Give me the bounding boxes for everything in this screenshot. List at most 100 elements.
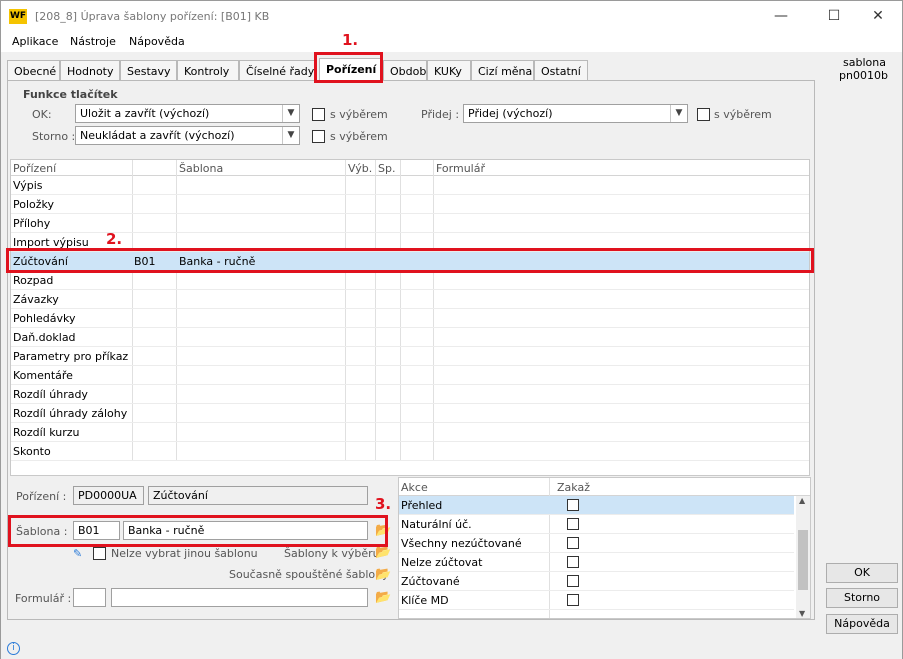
storno-s-vyberem-checkbox[interactable] xyxy=(312,130,325,143)
list-item[interactable]: Všechny nezúčtované xyxy=(399,534,794,553)
row-porizeni: Rozdíl úhrady xyxy=(13,388,88,401)
table-row[interactable]: Parametry pro příkaz xyxy=(11,347,809,366)
col-sablona[interactable]: Šablona xyxy=(179,162,223,175)
app-logo: WF xyxy=(9,9,27,24)
row-porizeni: Rozdíl úhrady zálohy xyxy=(13,407,128,420)
zakaz-checkbox[interactable] xyxy=(567,594,579,606)
storno-select[interactable]: Neukládat a zavřít (výchozí) ▼ xyxy=(75,126,300,145)
table-row[interactable]: Rozdíl úhrady xyxy=(11,385,809,404)
chevron-down-icon: ▼ xyxy=(282,127,299,144)
table-row[interactable]: Přílohy xyxy=(11,214,809,233)
nelze-vybrat-label: Nelze vybrat jinou šablonu xyxy=(111,547,258,560)
row-porizeni: Rozdíl kurzu xyxy=(13,426,80,439)
list-item[interactable]: Přehled xyxy=(399,496,794,515)
storno-button[interactable]: Storno xyxy=(826,588,898,608)
zakaz-checkbox[interactable] xyxy=(567,556,579,568)
ok-select-value: Uložit a zavřít (výchozí) xyxy=(80,107,210,120)
akce-grid: Akce Zakaž Přehled Naturální úč. Všechny n… xyxy=(398,477,811,619)
table-row[interactable]: Závazky xyxy=(11,290,809,309)
zakaz-checkbox[interactable] xyxy=(567,518,579,530)
table-row[interactable]: Rozpad xyxy=(11,271,809,290)
napoveda-button[interactable]: Nápověda xyxy=(826,614,898,634)
minimize-button[interactable]: — xyxy=(766,5,796,27)
window-title: [208_8] Úprava šablony pořízení: [B01] K… xyxy=(35,10,270,23)
chevron-down-icon: ▼ xyxy=(670,105,687,122)
tab-ostatni[interactable]: Ostatní xyxy=(534,60,588,80)
zakaz-checkbox[interactable] xyxy=(567,575,579,587)
formular-name-field[interactable] xyxy=(111,588,368,607)
tab-sestavy[interactable]: Sestavy xyxy=(120,60,177,80)
side-label-1: sablona xyxy=(843,56,886,69)
tab-kontroly[interactable]: Kontroly xyxy=(177,60,239,80)
scroll-down-icon[interactable]: ▼ xyxy=(799,609,805,618)
table-row[interactable]: Pohledávky xyxy=(11,309,809,328)
menu-napoveda[interactable]: Nápověda xyxy=(129,35,185,48)
chevron-down-icon: ▼ xyxy=(282,105,299,122)
menu-aplikace[interactable]: Aplikace xyxy=(12,35,58,48)
row-porizeni: Pohledávky xyxy=(13,312,76,325)
row-porizeni: Výpis xyxy=(13,179,43,192)
col-vyb[interactable]: Výb. xyxy=(348,162,372,175)
storno-s-vyberem-label: s výběrem xyxy=(330,130,388,143)
akce-label: Klíče MD xyxy=(401,594,449,607)
folder-check-icon[interactable]: 📂 xyxy=(375,568,391,582)
list-item[interactable]: Klíče MD xyxy=(399,591,794,610)
akce-header: Akce Zakaž xyxy=(399,478,810,496)
tab-hodnoty[interactable]: Hodnoty xyxy=(60,60,120,80)
akce-scrollbar[interactable]: ▲ ▼ xyxy=(796,496,810,618)
table-row[interactable]: Položky xyxy=(11,195,809,214)
table-row[interactable]: Rozdíl kurzu xyxy=(11,423,809,442)
close-button[interactable]: ✕ xyxy=(863,5,893,27)
pridej-s-vyberem-checkbox[interactable] xyxy=(697,108,710,121)
annotation-box-sablona xyxy=(8,515,388,547)
status-bar xyxy=(1,639,902,659)
col-formular[interactable]: Formulář xyxy=(436,162,485,175)
scroll-thumb[interactable] xyxy=(798,530,808,590)
ok-s-vyberem-checkbox[interactable] xyxy=(312,108,325,121)
porizeni-code-field: PD0000UA xyxy=(73,486,144,505)
menu-nastroje[interactable]: Nástroje xyxy=(70,35,116,48)
table-row[interactable]: Rozdíl úhrady zálohy xyxy=(11,404,809,423)
list-item[interactable]: Zúčtované xyxy=(399,572,794,591)
scroll-up-icon[interactable]: ▲ xyxy=(799,496,805,505)
edit-icon[interactable]: ✎ xyxy=(73,547,82,560)
tab-kuky[interactable]: KUKy xyxy=(427,60,471,80)
tab-cizi-mena[interactable]: Cizí měna xyxy=(471,60,534,80)
porizeni-name-field: Zúčtování xyxy=(148,486,368,505)
funkce-title: Funkce tlačítek xyxy=(23,88,118,101)
porizeni-grid: Pořízení Šablona Výb. Sp. Formulář Výpis… xyxy=(10,159,810,476)
annotation-2: 2. xyxy=(106,230,123,248)
annotation-1: 1. xyxy=(342,31,359,49)
tab-ciselne-rady[interactable]: Číselné řady xyxy=(239,60,317,80)
list-item[interactable]: Naturální úč. xyxy=(399,515,794,534)
table-row[interactable]: Daň.doklad xyxy=(11,328,809,347)
row-porizeni: Parametry pro příkaz xyxy=(13,350,129,363)
tab-obdobi[interactable]: Období xyxy=(383,60,429,80)
table-row[interactable]: Výpis xyxy=(11,176,809,195)
zakaz-checkbox[interactable] xyxy=(567,537,579,549)
pridej-select-value: Přidej (výchozí) xyxy=(468,107,553,120)
zakaz-checkbox[interactable] xyxy=(567,499,579,511)
ok-select[interactable]: Uložit a zavřít (výchozí) ▼ xyxy=(75,104,300,123)
pridej-select[interactable]: Přidej (výchozí) ▼ xyxy=(463,104,688,123)
nelze-vybrat-checkbox[interactable] xyxy=(93,547,106,560)
akce-label: Všechny nezúčtované xyxy=(401,537,522,550)
table-row[interactable]: Skonto xyxy=(11,442,809,461)
formular-code-field[interactable] xyxy=(73,588,106,607)
tab-obecne[interactable]: Obecné xyxy=(7,60,60,80)
col-porizeni[interactable]: Pořízení xyxy=(13,162,56,175)
col-sp[interactable]: Sp. xyxy=(378,162,395,175)
maximize-button[interactable]: ☐ xyxy=(819,5,849,27)
pridej-label: Přidej : xyxy=(421,108,460,121)
ok-button[interactable]: OK xyxy=(826,563,898,583)
row-porizeni: Závazky xyxy=(13,293,59,306)
row-porizeni: Položky xyxy=(13,198,55,211)
ok-s-vyberem-label: s výběrem xyxy=(330,108,388,121)
list-item[interactable]: Nelze zúčtovat xyxy=(399,553,794,572)
col-zakaz[interactable]: Zakaž xyxy=(557,481,590,494)
folder-open-icon[interactable]: 📂 xyxy=(375,591,391,605)
table-row[interactable]: Komentáře xyxy=(11,366,809,385)
col-akce[interactable]: Akce xyxy=(401,481,428,494)
folder-check-icon[interactable]: 📂 xyxy=(375,546,391,560)
info-icon[interactable]: i xyxy=(7,642,20,655)
